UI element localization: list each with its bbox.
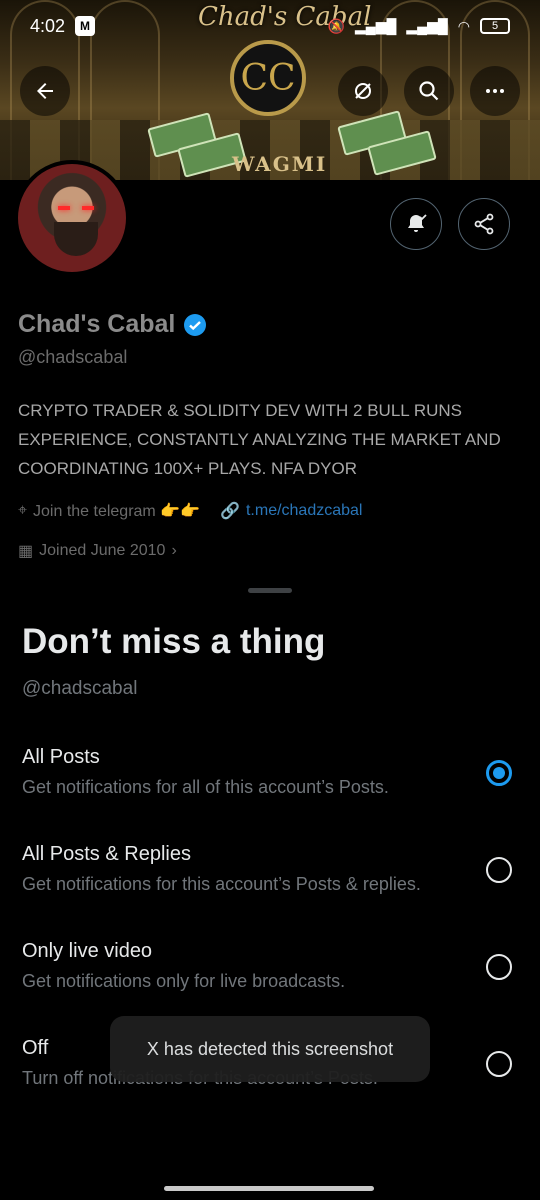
joined-text: Joined June 2010 (39, 542, 166, 559)
sync-off-icon (355, 83, 371, 99)
option-title: All Posts & Replies (22, 843, 191, 865)
more-icon (486, 89, 504, 93)
signal-icon: ▂▄▆█ (406, 17, 448, 34)
profile-name-row: Chad's Cabal (18, 310, 518, 339)
avatar[interactable] (14, 160, 130, 276)
joined-item[interactable]: ▦ Joined June 2010 › (18, 541, 518, 561)
option-desc: Get notifications only for live broadcas… (22, 971, 346, 991)
search-button[interactable] (404, 66, 454, 116)
avatar-eye (58, 206, 70, 210)
avatar-beard (54, 222, 98, 256)
status-time: 4:02 (30, 15, 66, 36)
option-title: All Posts (22, 746, 100, 768)
profile-info: Chad's Cabal @chadscabal CRYPTO TRADER &… (18, 310, 518, 561)
sheet-grabber[interactable] (248, 588, 292, 593)
option-posts-replies[interactable]: All Posts & Replies Get notifications fo… (22, 843, 522, 923)
share-button[interactable] (458, 198, 510, 250)
link-icon: 🔗 (220, 503, 240, 520)
location-pin-icon: ⌖ (18, 502, 28, 519)
screenshot-toast: X has detected this screenshot (110, 1016, 430, 1082)
option-desc: Get notifications for all of this accoun… (22, 777, 389, 797)
profile-handle: @chadscabal (18, 347, 128, 367)
banner-badge: WAGMI (232, 152, 328, 176)
profile-bio: CRYPTO TRADER & SOLIDITY DEV WITH 2 BULL… (18, 401, 501, 478)
back-button[interactable] (20, 66, 70, 116)
bell-check-icon (408, 214, 427, 232)
notification-sheet: Don’t miss a thing @chadscabal All Posts… (0, 578, 540, 1200)
share-icon (474, 213, 494, 235)
location-text: Join the telegram 👉👉 (33, 503, 201, 520)
sync-off-button[interactable] (338, 66, 388, 116)
option-desc: Get notifications for this account’s Pos… (22, 874, 421, 894)
radio-button[interactable] (486, 760, 512, 786)
location-item: ⌖ Join the telegram 👉👉 (18, 501, 200, 521)
sheet-handle: @chadscabal (22, 678, 138, 699)
radio-button[interactable] (486, 954, 512, 980)
wifi-icon: ◠ (457, 17, 470, 34)
option-live-video[interactable]: Only live video Get notifications only f… (22, 940, 522, 1020)
chevron-right-icon: › (171, 542, 177, 559)
avatar-eye (82, 206, 94, 210)
battery-icon: 5 (480, 18, 510, 34)
profile-meta: ⌖ Join the telegram 👉👉 🔗 t.me/chadzcabal (18, 501, 518, 521)
website-link[interactable]: t.me/chadzcabal (246, 502, 363, 520)
calendar-icon: ▦ (18, 543, 34, 560)
home-indicator[interactable] (164, 1186, 374, 1191)
radio-button[interactable] (486, 857, 512, 883)
search-icon (419, 81, 439, 101)
option-title: Only live video (22, 940, 153, 962)
more-button[interactable] (470, 66, 520, 116)
signal-icon: ▂▄▆█ (355, 17, 397, 34)
arrow-left-icon (37, 83, 53, 99)
verified-badge-icon (184, 313, 207, 336)
dnd-icon: 🔕 (327, 17, 346, 34)
option-all-posts[interactable]: All Posts Get notifications for all of t… (22, 746, 522, 826)
sheet-title: Don’t miss a thing (22, 622, 326, 661)
app-notification-icon: M (75, 16, 96, 36)
radio-button[interactable] (486, 1051, 512, 1077)
notifications-button[interactable] (390, 198, 442, 250)
website-item[interactable]: 🔗 t.me/chadzcabal (220, 501, 362, 521)
profile-name: Chad's Cabal (18, 310, 176, 338)
status-bar: 4:02 M 🔕 ▂▄▆█ ▂▄▆█ ◠ 5 (0, 0, 540, 52)
